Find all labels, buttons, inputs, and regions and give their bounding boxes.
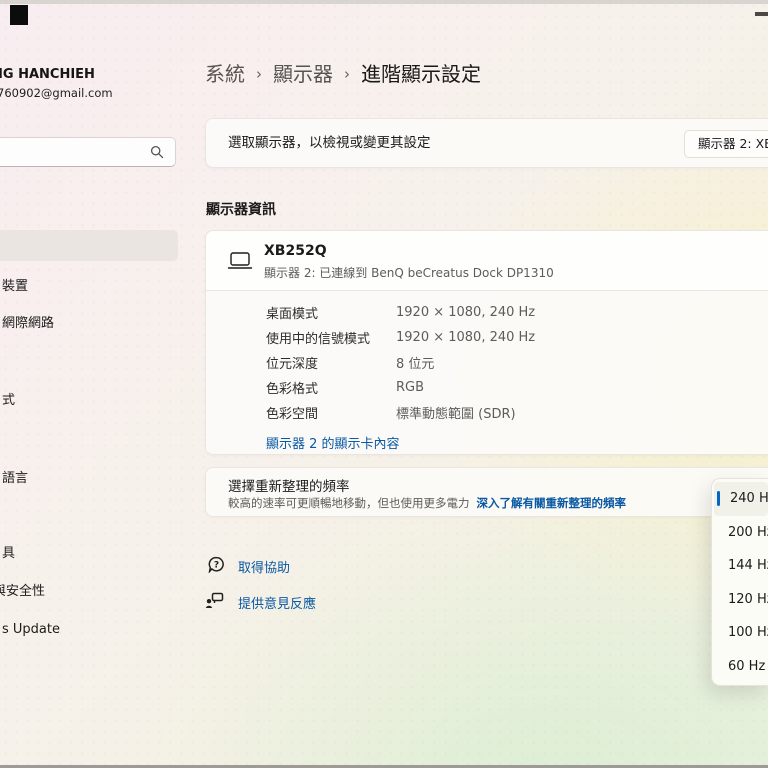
- refresh-option-240hz[interactable]: 240 Hz: [714, 482, 768, 516]
- info-value: RGB: [396, 380, 424, 395]
- selected-accent-bar: [717, 491, 720, 506]
- breadcrumb-separator-icon: ›: [344, 63, 350, 83]
- refresh-rate-title: 選擇重新整理的頻率: [228, 475, 350, 495]
- refresh-option-label: 100 Hz: [728, 625, 768, 640]
- minimize-icon[interactable]: [755, 12, 768, 16]
- display-info-header-row: XB252Q 顯示器 2: 已連線到 BenQ beCreatus Dock D…: [206, 231, 768, 291]
- svg-text:?: ?: [214, 560, 219, 570]
- display-info-details: 桌面模式 1920 × 1080, 240 Hz 使用中的信號模式 1920 ×…: [206, 291, 768, 452]
- refresh-rate-flyout: 240 Hz 200 Hz 144 Hz 120 Hz 100 Hz 60 Hz: [711, 478, 768, 686]
- display-info-section-title: 顯示器資訊: [206, 199, 276, 219]
- display-info-card: XB252Q 顯示器 2: 已連線到 BenQ beCreatus Dock D…: [205, 230, 768, 455]
- sidebar-item-apps[interactable]: 式: [0, 389, 182, 407]
- refresh-option-label: 60 Hz: [728, 659, 765, 674]
- info-row-bit-depth: 位元深度 8 位元: [266, 350, 768, 375]
- feedback-icon: [205, 592, 224, 609]
- sidebar-item-time-language[interactable]: 語言: [0, 467, 182, 485]
- refresh-option-60hz[interactable]: 60 Hz: [712, 650, 768, 684]
- breadcrumb-system[interactable]: 系統: [205, 58, 245, 87]
- sidebar-item-windows-update[interactable]: s Update: [0, 622, 182, 640]
- window-top-edge: [0, 0, 768, 4]
- refresh-rate-desc-text: 較高的速率可更順暢地移動，但也使用更多電力: [228, 496, 470, 510]
- sidebar-item-privacy-security[interactable]: 與安全性: [0, 580, 182, 598]
- refresh-option-120hz[interactable]: 120 Hz: [712, 583, 768, 617]
- refresh-option-label: 200 Hz: [728, 525, 768, 540]
- refresh-option-label: 120 Hz: [728, 592, 768, 607]
- monitor-icon: [227, 250, 253, 272]
- breadcrumb: 系統 › 顯示器 › 進階顯示設定: [205, 58, 481, 87]
- info-value: 標準動態範圍 (SDR): [396, 403, 516, 422]
- sidebar-item-network-internet[interactable]: 網際網路: [0, 312, 182, 330]
- sidebar-item-bluetooth-devices[interactable]: 裝置: [0, 275, 182, 293]
- info-label: 位元深度: [266, 353, 396, 372]
- info-row-desktop-mode: 桌面模式 1920 × 1080, 240 Hz: [266, 300, 768, 325]
- get-help-link[interactable]: 取得協助: [238, 557, 290, 576]
- search-icon: [150, 145, 164, 159]
- info-label: 色彩空間: [266, 403, 396, 422]
- info-label: 使用中的信號模式: [266, 328, 396, 347]
- select-display-label: 選取顯示器，以檢視或變更其設定: [228, 119, 431, 168]
- breadcrumb-separator-icon: ›: [256, 63, 262, 83]
- user-email: 760902@gmail.com: [0, 86, 182, 100]
- search-input[interactable]: [7, 139, 137, 165]
- user-name: NG HANCHIEH: [0, 67, 182, 82]
- sidebar-item-accessibility[interactable]: 具: [0, 542, 182, 560]
- info-row-signal-mode: 使用中的信號模式 1920 × 1080, 240 Hz: [266, 325, 768, 350]
- info-row-color-format: 色彩格式 RGB: [266, 375, 768, 400]
- info-label: 桌面模式: [266, 303, 396, 322]
- device-status: 顯示器 2: 已連線到 BenQ beCreatus Dock DP1310: [264, 264, 554, 281]
- device-name: XB252Q: [264, 243, 327, 259]
- info-value: 1920 × 1080, 240 Hz: [396, 305, 535, 320]
- refresh-rate-card: 選擇重新整理的頻率 較高的速率可更順暢地移動，但也使用更多電力深入了解有關重新整…: [205, 467, 768, 517]
- refresh-rate-description: 較高的速率可更順暢地移動，但也使用更多電力深入了解有關重新整理的頻率: [228, 495, 626, 511]
- send-feedback-link[interactable]: 提供意見反應: [238, 593, 316, 612]
- display-adapter-link[interactable]: 顯示器 2 的顯示卡內容: [266, 433, 400, 452]
- window-corner-icon: [10, 5, 28, 25]
- refresh-option-label: 240 Hz: [730, 491, 768, 506]
- settings-search-box[interactable]: [0, 137, 176, 167]
- page-title: 進階顯示設定: [361, 58, 481, 87]
- refresh-option-200hz[interactable]: 200 Hz: [712, 516, 768, 550]
- refresh-option-label: 144 Hz: [728, 558, 768, 573]
- info-value: 1920 × 1080, 240 Hz: [396, 330, 535, 345]
- display-select-dropdown[interactable]: 顯示器 2: XB: [684, 130, 768, 158]
- refresh-rate-learn-more-link[interactable]: 深入了解有關重新整理的頻率: [477, 496, 627, 510]
- refresh-option-144hz[interactable]: 144 Hz: [712, 549, 768, 583]
- info-row-color-space: 色彩空間 標準動態範圍 (SDR): [266, 400, 768, 425]
- get-help-icon: ?: [208, 556, 225, 573]
- refresh-option-100hz[interactable]: 100 Hz: [712, 616, 768, 650]
- info-value: 8 位元: [396, 353, 434, 372]
- info-label: 色彩格式: [266, 378, 396, 397]
- breadcrumb-display[interactable]: 顯示器: [273, 58, 333, 87]
- sidebar-item-system-selected[interactable]: [0, 230, 178, 261]
- select-display-card: 選取顯示器，以檢視或變更其設定 顯示器 2: XB: [205, 118, 768, 168]
